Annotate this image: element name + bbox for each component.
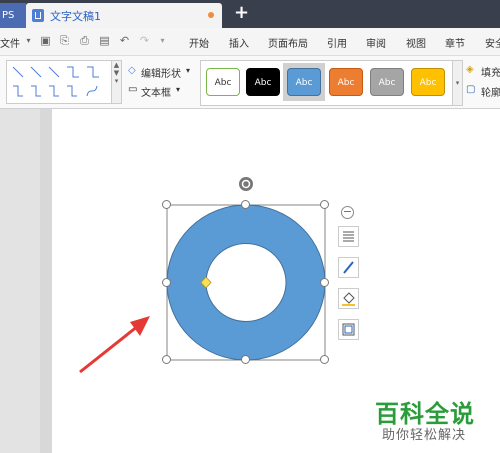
text-wrap-button[interactable] [338, 226, 359, 247]
donut-shape [166, 204, 326, 361]
rotate-handle-icon [239, 177, 253, 191]
resize-handle-right[interactable] [320, 278, 329, 287]
border-icon [342, 323, 355, 336]
resize-handle-top-right[interactable] [320, 200, 329, 209]
paint-bucket-icon [342, 292, 355, 306]
shape-outline-button[interactable] [338, 257, 359, 278]
watermark-subtitle: 助你轻松解决 [382, 428, 467, 443]
resize-handle-left[interactable] [162, 278, 171, 287]
text-wrap-icon [343, 231, 354, 242]
resize-handle-bottom-left[interactable] [162, 355, 171, 364]
resize-handle-top-left[interactable] [162, 200, 171, 209]
collapse-toolbar-icon[interactable]: − [341, 206, 354, 219]
resize-handle-bottom[interactable] [241, 355, 250, 364]
shape-fill-button[interactable] [338, 288, 359, 309]
resize-handle-top[interactable] [241, 200, 250, 209]
canvas-overlay [79, 177, 326, 374]
pen-icon [343, 261, 354, 274]
resize-handle-bottom-right[interactable] [320, 355, 329, 364]
shape-border-button[interactable] [338, 319, 359, 340]
red-arrow-icon [79, 316, 150, 374]
